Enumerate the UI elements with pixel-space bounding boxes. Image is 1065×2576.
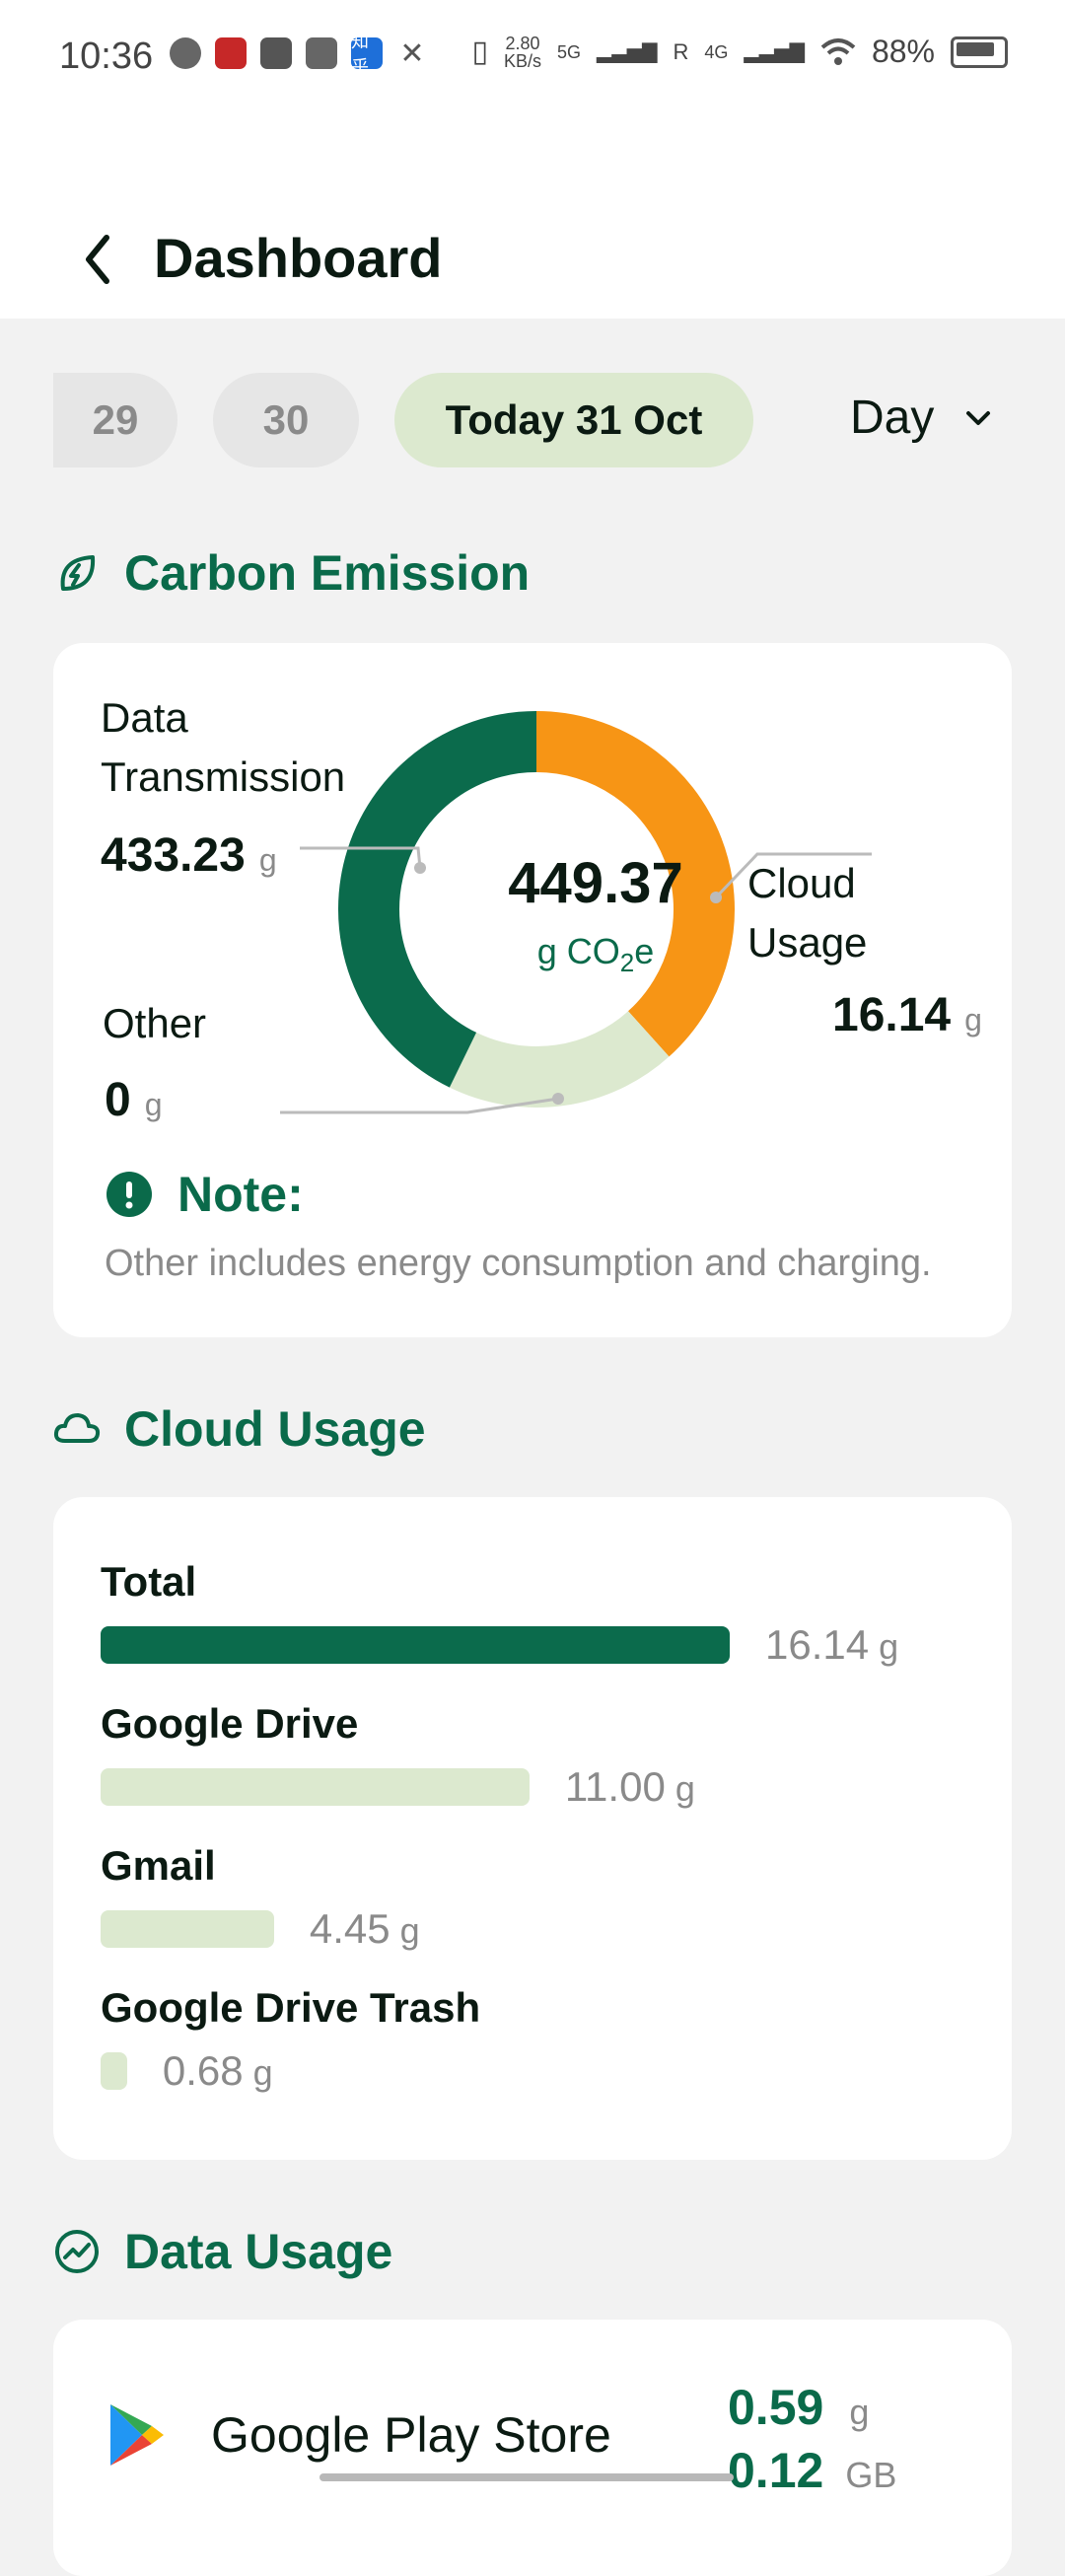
- info-alert-icon: [106, 1172, 152, 1217]
- app-header: Dashboard: [0, 113, 1065, 319]
- signal-4g-icon: 4G: [704, 41, 729, 62]
- chevron-down-icon: [966, 410, 991, 425]
- page-title: Dashboard: [154, 227, 443, 289]
- cloud-usage-row-total: Total 16.14 g: [101, 1558, 968, 1669]
- cloud-usage-title: Cloud Usage: [53, 1400, 426, 1458]
- status-right: ▯ 2.80 KB/s 5G ▂▃▅▇ R 4G ▂▃▅▇ 88%: [471, 34, 1008, 70]
- carbon-emission-card: Data Transmission 433.23 g Cloud Usage 16…: [53, 643, 1012, 1337]
- back-arrow-icon[interactable]: [73, 224, 122, 293]
- app-red-icon: [215, 37, 247, 69]
- note-title: Note:: [106, 1166, 304, 1223]
- app-name: Google Play Store: [211, 2407, 611, 2463]
- data-usage-title: Data Usage: [53, 2223, 392, 2280]
- cloud-usage-name: Google Drive: [101, 1700, 359, 1747]
- cloud-usage-value: 11.00 g: [564, 1763, 695, 1810]
- date-selector: 29 30 Today 31 Oct Day: [0, 373, 1065, 467]
- cloud-usage-name: Gmail: [101, 1842, 216, 1889]
- signal-5g-icon: 5G: [556, 41, 581, 62]
- roaming-label: R: [673, 38, 689, 64]
- carbon-emission-title: Carbon Emission: [53, 544, 530, 602]
- battery-icon: [951, 36, 1008, 68]
- trend-chart-icon: [55, 2230, 99, 2273]
- total-emission-unit: g CO2e: [536, 931, 655, 978]
- email-icon: [306, 37, 337, 69]
- date-pill-30[interactable]: 30: [213, 373, 359, 467]
- leader-dot-other: [552, 1093, 564, 1105]
- cloud-usage-name: Google Drive Trash: [101, 1984, 481, 2031]
- cloud-usage-row-gmail: Gmail 4.45 g: [101, 1842, 968, 1953]
- cloud-usage-value: 0.68 g: [162, 2047, 273, 2094]
- date-pill-29[interactable]: 29: [53, 373, 178, 467]
- net-speed: 2.80 KB/s: [503, 33, 541, 71]
- status-bar: 10:36 知乎 ✕ ▯ 2.80 KB/s 5G ▂▃▅▇ R 4G ▂▃▅▇…: [0, 0, 1065, 113]
- cloud-usage-row-drive-trash: Google Drive Trash 0.68 g: [101, 1984, 968, 2095]
- app-mail-icon: [260, 37, 292, 69]
- signal-bars-icon: ▂▃▅▇: [596, 41, 658, 63]
- cloud-usage-value: 16.14 g: [765, 1621, 899, 1668]
- note-text: Other includes energy consumption and ch…: [105, 1243, 932, 1284]
- vibrate-icon: ▯: [471, 36, 488, 68]
- data-usage-app-row[interactable]: Google Play Store: [106, 2402, 611, 2468]
- total-emission-value: 449.37: [508, 851, 683, 915]
- battery-percent: 88%: [871, 34, 935, 69]
- home-indicator[interactable]: [320, 2473, 734, 2481]
- zhihu-icon: 知乎: [351, 32, 383, 77]
- cloud-usage-bar: [101, 1910, 274, 1948]
- date-pill-today[interactable]: Today 31 Oct: [394, 373, 753, 467]
- cloud-usage-name: Total: [101, 1558, 197, 1605]
- google-play-store-icon: [110, 2404, 164, 2466]
- cloud-usage-bar: [101, 2052, 127, 2090]
- cloud-usage-value: 4.45 g: [309, 1905, 420, 1952]
- cloud-icon: [53, 1413, 101, 1443]
- app-data-value: 0.12 GB: [728, 2443, 897, 2498]
- wechat-icon: [170, 37, 201, 69]
- cloud-usage-bar: [101, 1626, 730, 1664]
- donut-segment-other: [449, 1010, 670, 1108]
- leaf-bolt-icon: [60, 555, 96, 591]
- period-dropdown[interactable]: Day: [850, 391, 993, 445]
- signal-bars-icon: ▂▃▅▇: [744, 41, 805, 63]
- leader-dot-data-transmission: [414, 862, 426, 874]
- status-time: 10:36: [59, 36, 154, 77]
- cloud-usage-row-google-drive: Google Drive 11.00 g: [101, 1700, 968, 1811]
- wifi-icon: [820, 37, 856, 65]
- cloud-usage-bar: [101, 1768, 530, 1806]
- tools-icon: ✕: [399, 36, 425, 70]
- cloud-usage-card: Total 16.14 g Google Drive 11.00 g Gmail 4…: [53, 1497, 1012, 2160]
- data-usage-card: Google Play Store 0.59 g 0.12 GB: [53, 2320, 1012, 2576]
- notification-icons: 知乎 ✕: [170, 32, 428, 77]
- app-emission-value: 0.59 g: [728, 2380, 870, 2435]
- period-label: Day: [850, 392, 935, 444]
